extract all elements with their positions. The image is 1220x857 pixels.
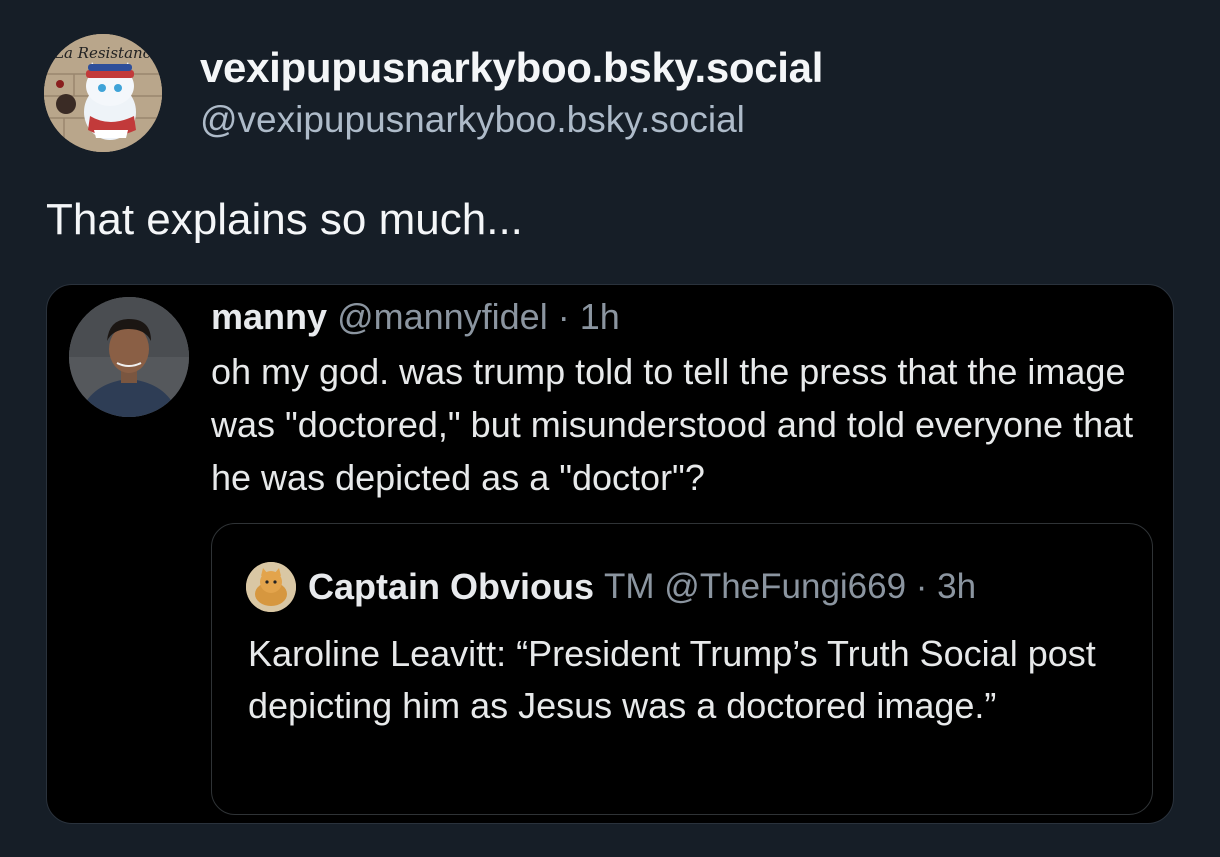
manny-avatar	[69, 297, 189, 417]
manny-name: manny	[211, 296, 328, 337]
manny-meta: @mannyfidel · 1h	[337, 296, 620, 337]
post-header: La Resistance vexipupusnarkyboo.bsky.soc…	[44, 34, 823, 152]
captain-obvious-avatar	[246, 562, 296, 612]
manny-tweet-text: oh my god. was trump told to tell the pr…	[211, 351, 1134, 498]
author-display-name[interactable]: vexipupusnarkyboo.bsky.social	[200, 42, 823, 94]
post-text: That explains so much...	[46, 195, 523, 244]
avatar-logo-text: La Resistance	[53, 44, 160, 62]
quoted-author-meta: TM @TheFungi669 · 3h	[604, 567, 977, 606]
embedded-screenshot[interactable]: manny @mannyfidel · 1h oh my god. was tr…	[46, 284, 1174, 824]
quoted-header: Captain Obvious TM @TheFungi669 · 3h	[246, 562, 976, 612]
author-handle[interactable]: @vexipupusnarkyboo.bsky.social	[200, 96, 823, 144]
quoted-tweet-text: Karoline Leavitt: “President Trump’s Tru…	[248, 633, 1096, 726]
quoted-author-name: Captain Obvious	[308, 566, 595, 607]
author-avatar[interactable]: La Resistance	[44, 34, 162, 152]
manny-header: manny @mannyfidel · 1h	[211, 295, 620, 339]
quoted-tweet: Captain Obvious TM @TheFungi669 · 3h Kar…	[211, 523, 1153, 815]
